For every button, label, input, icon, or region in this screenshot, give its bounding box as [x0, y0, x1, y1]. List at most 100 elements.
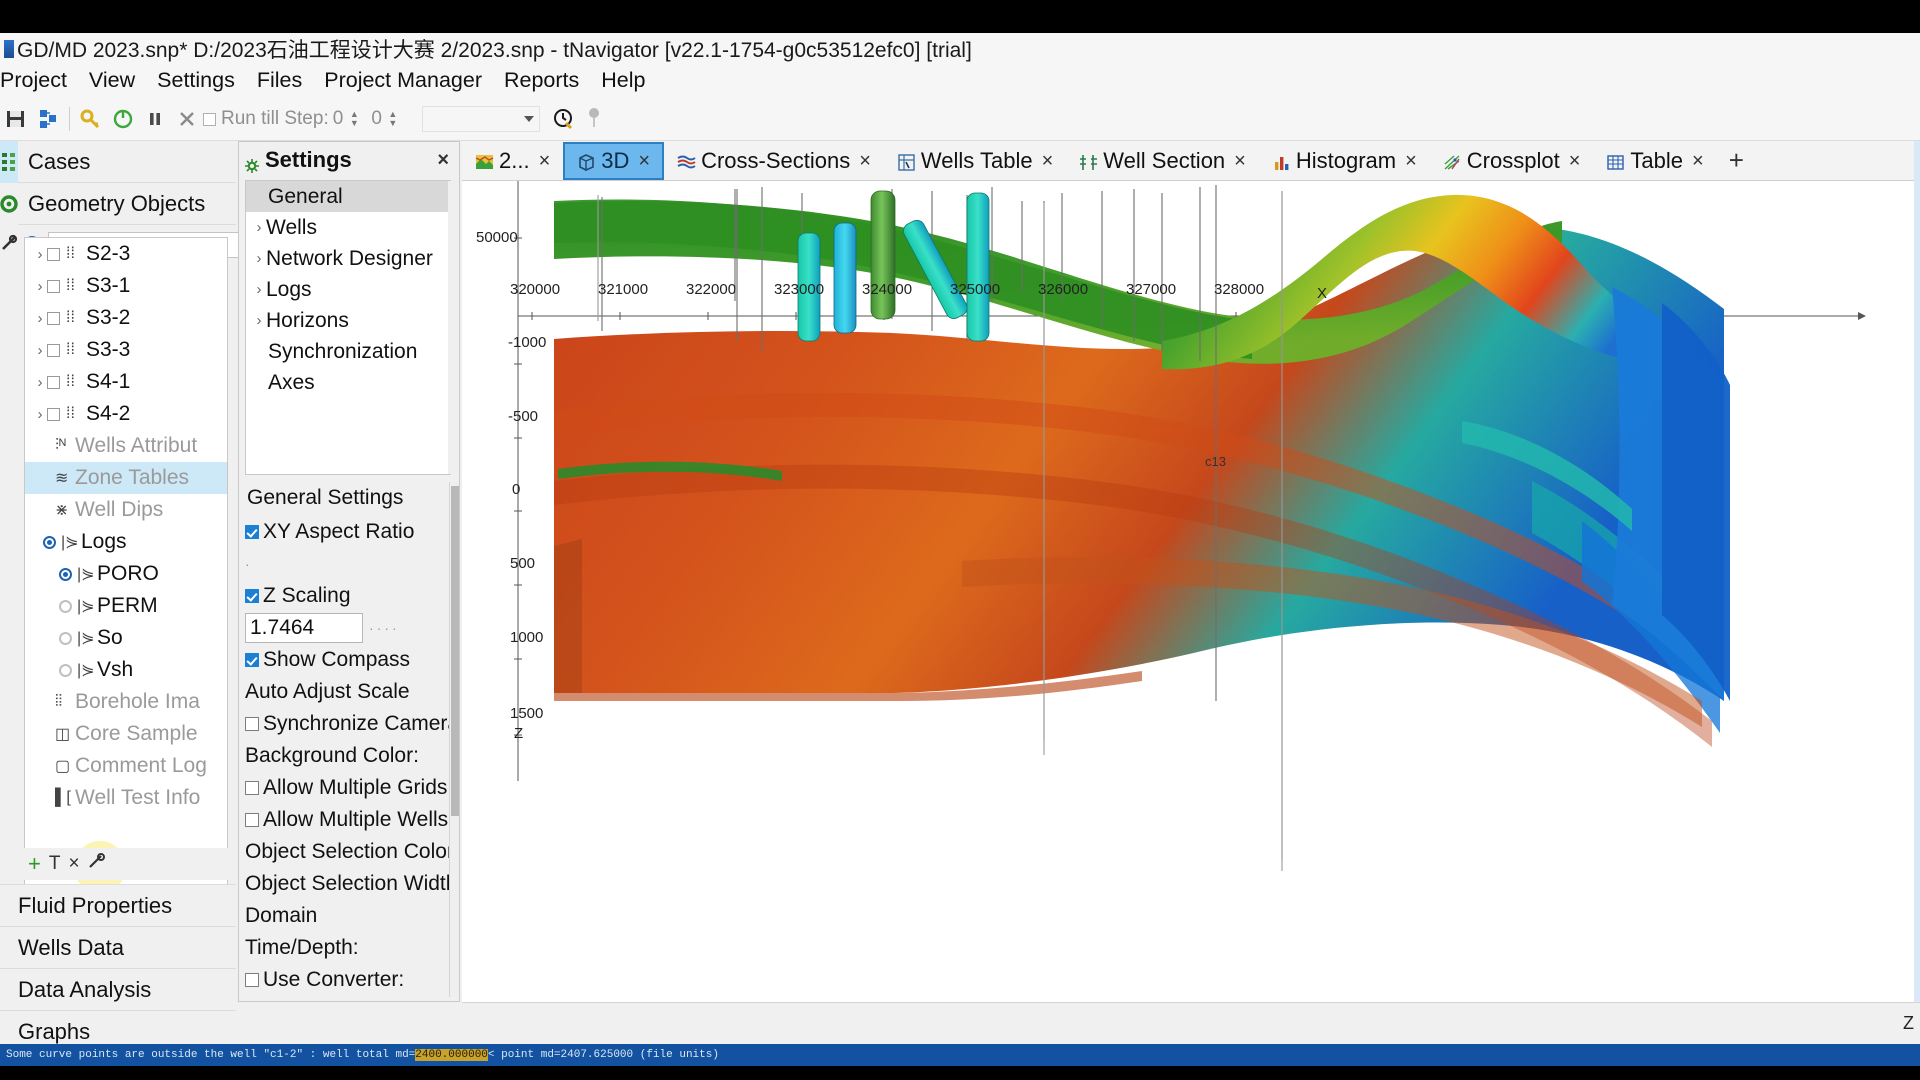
tab-close-icon[interactable]: ×: [539, 150, 551, 173]
option-use-converter[interactable]: Use Converter:: [245, 964, 451, 996]
chevron-right-icon[interactable]: ›: [33, 310, 47, 327]
radio-button[interactable]: [59, 663, 72, 677]
pause-icon[interactable]: [142, 106, 168, 132]
z-scaling-slider[interactable]: ····: [369, 620, 400, 636]
tree-item-s2-3[interactable]: › ⁞⁞ S2-3: [25, 238, 227, 270]
radio-button[interactable]: [59, 631, 72, 645]
checkbox[interactable]: [245, 653, 259, 667]
checkbox[interactable]: [245, 589, 259, 603]
panel-header-cases[interactable]: Cases: [18, 141, 236, 183]
settings-tree-scrollbar[interactable]: [448, 181, 458, 474]
option-background-color[interactable]: Background Color:: [245, 740, 451, 772]
option-object-selection-width[interactable]: Object Selection Width: [245, 868, 451, 900]
wrench-icon[interactable]: [88, 852, 106, 876]
chevron-right-icon[interactable]: ›: [33, 374, 47, 391]
z-scaling-input[interactable]: 1.7464: [245, 613, 363, 643]
settings-scroll-thumb[interactable]: [451, 486, 459, 816]
tab-close-icon[interactable]: ×: [638, 150, 650, 173]
option-synchronize-cameras[interactable]: Synchronize Cameras: [245, 708, 451, 740]
tree-item-s3-2[interactable]: › ⁞⁞ S3-2: [25, 302, 227, 334]
menu-item-help[interactable]: Help: [590, 67, 656, 96]
viewport-3d[interactable]: c13 50000 -1000 -500 0 500 1000 1500 Z 3…: [462, 181, 1920, 1002]
tab-3d[interactable]: 3D ×: [563, 142, 665, 180]
step-spinner-2[interactable]: ▲ ▼: [386, 106, 400, 132]
checkbox[interactable]: [245, 813, 259, 827]
settings-item-logs[interactable]: › Logs: [246, 274, 450, 305]
tree-checkbox[interactable]: [47, 343, 60, 357]
option-time-depth[interactable]: Time/Depth:: [245, 932, 451, 964]
settings-item-wells[interactable]: › Wells: [246, 212, 450, 243]
option-aspect-slider[interactable]: ·: [245, 548, 451, 580]
close-settings-button[interactable]: ×: [437, 149, 453, 172]
nav-data-analysis[interactable]: Data Analysis: [0, 968, 236, 1010]
add-button[interactable]: +: [28, 851, 41, 877]
tree-item-core-samples[interactable]: ◫ Core Sample: [25, 718, 227, 750]
tree-item-poro[interactable]: |⋟ PORO: [25, 558, 227, 590]
tab-histogram[interactable]: Histogram ×: [1259, 142, 1430, 180]
tree-checkbox[interactable]: [47, 311, 60, 325]
step-spinner[interactable]: ▲ ▼: [347, 106, 361, 132]
settings-item-horizons[interactable]: › Horizons: [246, 305, 450, 336]
tree-item-wells-attributes[interactable]: ⫶ᴺ Wells Attribut: [25, 430, 227, 462]
menu-item-settings[interactable]: Settings: [146, 67, 246, 96]
option-z-scaling[interactable]: Z Scaling: [245, 580, 451, 612]
settings-item-general[interactable]: General: [246, 181, 450, 212]
option-allow-multiple-grids[interactable]: Allow Multiple Grids: [245, 772, 451, 804]
rail-geometry-objects-icon[interactable]: [0, 183, 18, 225]
tab-crossplot[interactable]: Crossplot ×: [1430, 142, 1594, 180]
panel-header-geometry-objects[interactable]: Geometry Objects: [18, 183, 236, 225]
tab-close-icon[interactable]: ×: [1692, 150, 1704, 173]
nav-fluid-properties[interactable]: Fluid Properties: [0, 884, 236, 926]
history-clock-icon[interactable]: [552, 107, 576, 131]
radio-button[interactable]: [59, 567, 72, 581]
open-project-icon[interactable]: [35, 106, 61, 132]
option-auto-adjust-scale[interactable]: Auto Adjust Scale: [245, 676, 451, 708]
rail-cases-icon[interactable]: [0, 141, 18, 183]
option-show-compass[interactable]: Show Compass: [245, 644, 451, 676]
stop-icon[interactable]: [174, 106, 200, 132]
tab-close-icon[interactable]: ×: [1405, 150, 1417, 173]
tree-item-logs[interactable]: |⋟ Logs: [25, 526, 227, 558]
tab-table[interactable]: Table ×: [1593, 142, 1716, 180]
toolbar-combo[interactable]: [421, 106, 540, 132]
chevron-right-icon[interactable]: ›: [33, 406, 47, 423]
option-object-selection-color[interactable]: Object Selection Color: [245, 836, 451, 868]
tree-item-borehole-images[interactable]: ⦙⦙ Borehole Ima: [25, 686, 227, 718]
slider-track[interactable]: ·: [245, 556, 253, 572]
tab-close-icon[interactable]: ×: [1569, 150, 1581, 173]
menu-item-files[interactable]: Files: [246, 67, 313, 96]
tree-checkbox[interactable]: [47, 375, 60, 389]
tree-item-s4-1[interactable]: › ⁞⁞ S4-1: [25, 366, 227, 398]
chevron-right-icon[interactable]: ›: [252, 312, 266, 329]
tree-checkbox[interactable]: [47, 247, 60, 261]
tab-well-section[interactable]: Well Section ×: [1066, 142, 1259, 180]
run-icon[interactable]: [110, 106, 136, 132]
delete-button[interactable]: ×: [68, 853, 79, 875]
menu-item-reports[interactable]: Reports: [493, 67, 590, 96]
menu-item-project-manager[interactable]: Project Manager: [313, 67, 493, 96]
tree-item-s3-3[interactable]: › ⁞⁞ S3-3: [25, 334, 227, 366]
tab-close-icon[interactable]: ×: [1042, 150, 1054, 173]
menu-item-project[interactable]: Project: [0, 67, 78, 96]
spinner-down-arrow[interactable]: ▼: [347, 119, 361, 128]
tree-checkbox[interactable]: [47, 407, 60, 421]
save-icon[interactable]: [3, 106, 29, 132]
tree-item-perm[interactable]: |⋟ PERM: [25, 590, 227, 622]
add-tab-button[interactable]: +: [1717, 145, 1756, 180]
settings-item-synchronization[interactable]: Synchronization: [246, 336, 450, 367]
tree-item-vsh[interactable]: |⋟ Vsh: [25, 654, 227, 686]
checkbox[interactable]: [245, 973, 259, 987]
tree-item-s3-1[interactable]: › ⁞⁞ S3-1: [25, 270, 227, 302]
settings-item-axes[interactable]: Axes: [246, 367, 450, 398]
checkbox[interactable]: [245, 525, 259, 539]
tab-2d[interactable]: 2... ×: [462, 142, 563, 180]
settings-tree[interactable]: General › Wells › Network Designer › Log…: [245, 180, 451, 475]
chevron-right-icon[interactable]: ›: [252, 281, 266, 298]
chevron-right-icon[interactable]: ›: [252, 219, 266, 236]
tab-close-icon[interactable]: ×: [1234, 150, 1246, 173]
radio-button[interactable]: [43, 535, 56, 549]
tab-close-icon[interactable]: ×: [859, 150, 871, 173]
pin-icon[interactable]: [588, 107, 600, 131]
tree-item-s4-2[interactable]: › ⁞⁞ S4-2: [25, 398, 227, 430]
tab-wells-table[interactable]: Wells Table ×: [884, 142, 1066, 180]
